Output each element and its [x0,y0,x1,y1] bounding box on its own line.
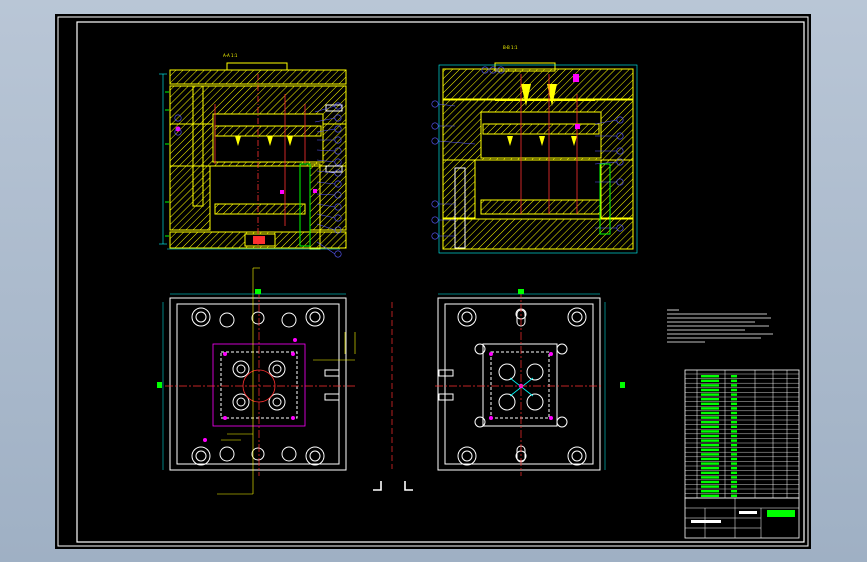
parts-list-table [684,369,800,499]
cad-viewport[interactable]: A-A 1:1 B-B 1:1 [0,0,867,562]
view-title-right: B-B 1:1 [503,45,518,50]
section-view-a: A-A 1:1 [159,53,347,258]
plan-view-fixed-half [435,289,625,476]
plan-view-moving-half [157,267,356,495]
drawing-sheet: A-A 1:1 B-B 1:1 [55,14,811,549]
section-view-b: B-B 1:1 [431,45,638,254]
technical-notes [667,309,773,343]
view-title-left: A-A 1:1 [223,53,238,58]
mold-assembly-drawing: A-A 1:1 B-B 1:1 [57,16,809,547]
section-marker-icon [373,481,413,491]
title-block [684,497,800,539]
